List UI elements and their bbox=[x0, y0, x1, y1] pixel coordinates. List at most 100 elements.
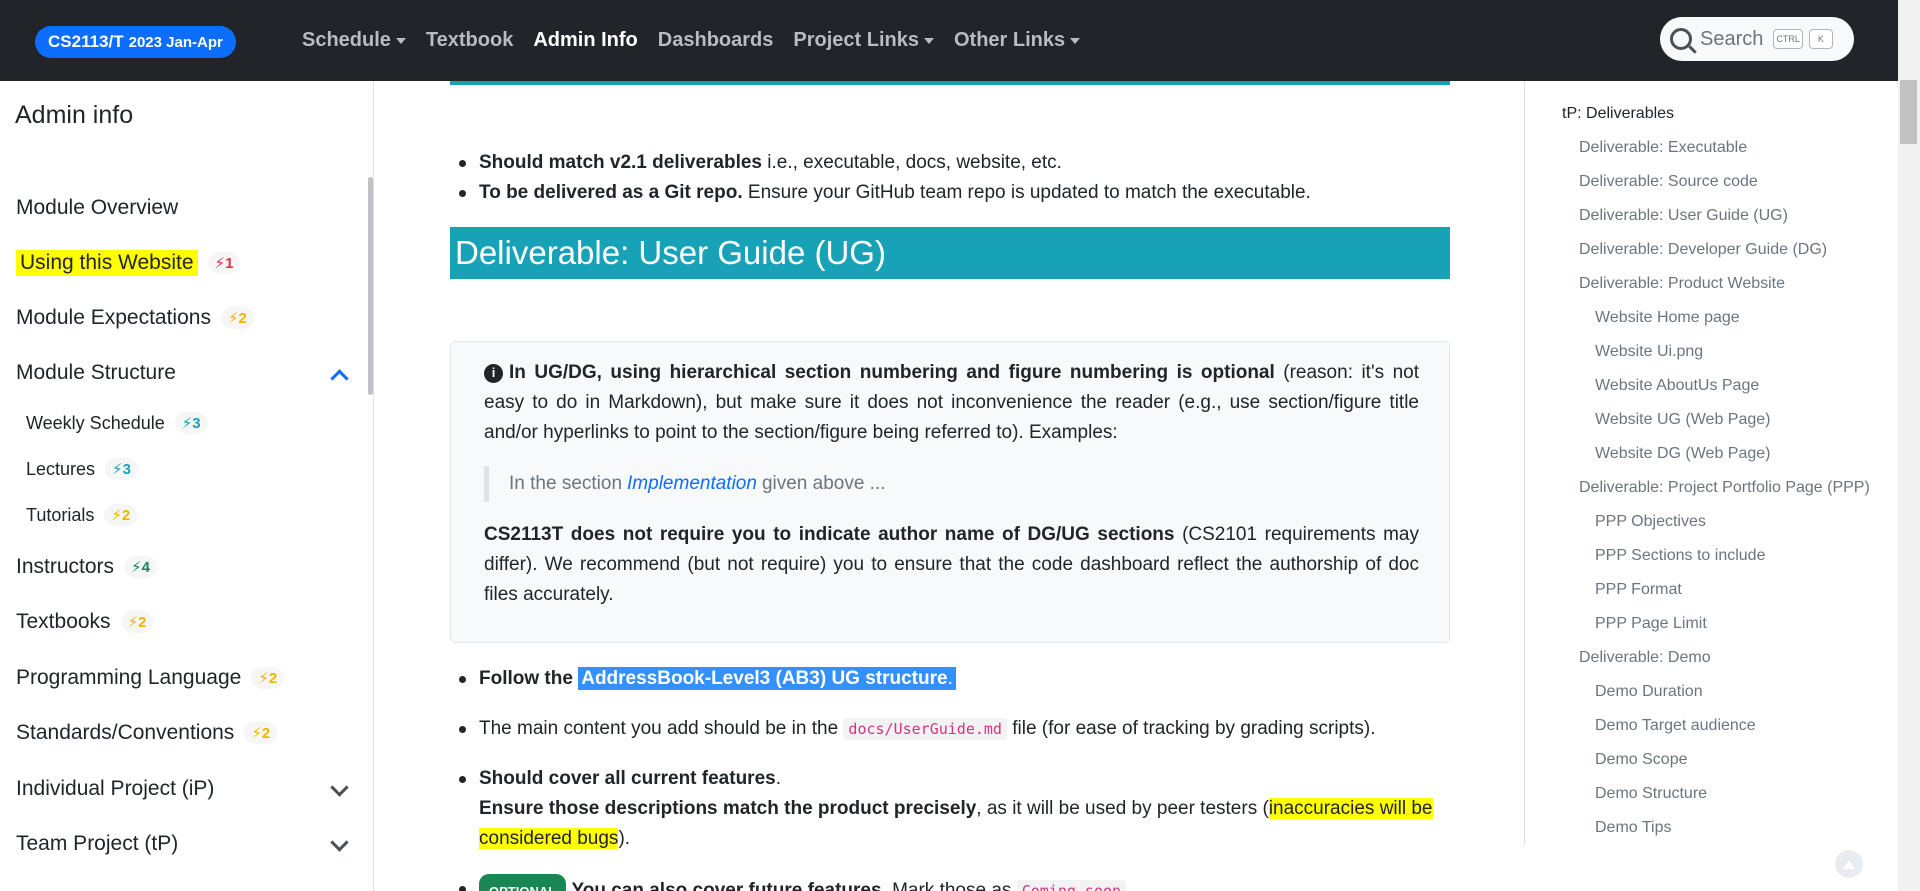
toc-item[interactable]: Demo Duration bbox=[1595, 683, 1703, 701]
chevron-up-icon[interactable] bbox=[330, 369, 349, 388]
bullet-text: , as it will be used by peer testers ( bbox=[976, 798, 1269, 819]
toc-item[interactable]: Website AboutUs Page bbox=[1595, 377, 1759, 395]
sidebar-item-tutorials[interactable]: Tutorials ⚡2 bbox=[26, 504, 138, 526]
bullet-text: file (for ease of tracking by grading sc… bbox=[1012, 718, 1376, 739]
toc-item[interactable]: PPP Page Limit bbox=[1595, 615, 1707, 633]
sidebar-item-lectures[interactable]: Lectures ⚡3 bbox=[26, 458, 138, 480]
toc-item[interactable]: Deliverable: Product Website bbox=[1579, 275, 1785, 293]
toc-item[interactable]: Deliverable: Demo bbox=[1579, 649, 1711, 667]
top-navbar: CS2113/T 2023 Jan-Apr Schedule Textbook … bbox=[0, 0, 1898, 81]
toc-item[interactable]: Demo Structure bbox=[1595, 785, 1707, 803]
list-item: Should match v2.1 deliverables i.e., exe… bbox=[459, 148, 1311, 178]
nav-other-links-label: Other Links bbox=[953, 29, 1066, 51]
sidebar-item-label: Individual Project (iP) bbox=[16, 777, 215, 800]
toc-item[interactable]: PPP Sections to include bbox=[1595, 547, 1765, 565]
toc-item[interactable]: Website DG (Web Page) bbox=[1595, 445, 1770, 463]
sidebar-item-module-overview[interactable]: Module Overview bbox=[16, 196, 178, 220]
example-quote: In the section Implementation given abov… bbox=[484, 466, 886, 502]
info-icon: i bbox=[484, 363, 503, 383]
lightning-badge: ⚡2 bbox=[244, 722, 278, 744]
sidebar-item-label: Tutorials bbox=[26, 504, 95, 525]
bullet-text: Ensure your GitHub team repo is updated … bbox=[742, 182, 1311, 203]
quote-text: given above ... bbox=[761, 473, 886, 494]
inline-code: docs/UserGuide.md bbox=[843, 718, 1007, 740]
toc-item[interactable]: Deliverable: Source code bbox=[1579, 173, 1758, 191]
toc-item[interactable]: Demo Tips bbox=[1595, 819, 1671, 837]
implementation-link[interactable]: Implementation bbox=[627, 473, 757, 495]
toc-item[interactable]: Deliverable: Developer Guide (DG) bbox=[1579, 241, 1827, 259]
sidebar-item-individual-project[interactable]: Individual Project (iP) bbox=[16, 777, 214, 801]
toc-item[interactable]: Deliverable: Executable bbox=[1579, 139, 1747, 157]
main-content: Should match v2.1 deliverables i.e., exe… bbox=[375, 81, 1523, 891]
brand-sub: 2023 Jan-Apr bbox=[128, 33, 223, 51]
sidebar-item-using-this-website[interactable]: Using this Website ⚡1 bbox=[16, 250, 241, 276]
bullet-bold: You can also cover future features bbox=[571, 880, 882, 891]
sidebar-item-textbooks[interactable]: Textbooks ⚡2 bbox=[16, 610, 154, 634]
quote-text: In the section bbox=[509, 473, 623, 494]
nav-admin-info[interactable]: Admin Info bbox=[533, 29, 637, 52]
nav-project-links[interactable]: Project Links bbox=[793, 29, 934, 52]
arrow-up-icon[interactable] bbox=[1835, 850, 1863, 878]
page-scrollbar-thumb[interactable] bbox=[1900, 80, 1917, 144]
info-paragraph-2: CS2113T does not require you to indicate… bbox=[484, 520, 1419, 610]
section-heading: Deliverable: User Guide (UG) bbox=[450, 227, 1450, 279]
sidebar-item-label: Instructors bbox=[16, 555, 115, 578]
previous-heading-edge bbox=[450, 81, 1450, 85]
nav-schedule[interactable]: Schedule bbox=[302, 29, 406, 52]
toc-item[interactable]: Demo Scope bbox=[1595, 751, 1688, 769]
nav-project-links-label: Project Links bbox=[793, 29, 919, 51]
sidebar-scrollbar[interactable] bbox=[368, 177, 373, 395]
bullet-bold: Should match v2.1 deliverables bbox=[479, 152, 762, 173]
info-bold: CS2113T does not require you to indicate… bbox=[484, 524, 1175, 545]
lightning-badge: ⚡3 bbox=[105, 458, 138, 480]
lightning-badge: ⚡2 bbox=[251, 667, 285, 689]
link-text: AddressBook-Level3 (AB3) UG structure bbox=[581, 668, 948, 689]
list-item: OPTIONAL You can also cover future featu… bbox=[459, 874, 1459, 891]
sidebar-item-programming-language[interactable]: Programming Language ⚡2 bbox=[16, 666, 285, 690]
sidebar-item-module-expectations[interactable]: Module Expectations ⚡2 bbox=[16, 306, 254, 330]
nav-textbook-label: Textbook bbox=[425, 29, 514, 51]
sidebar-item-team-project[interactable]: Team Project (tP) bbox=[16, 832, 178, 856]
ab3-ug-link[interactable]: AddressBook-Level3 (AB3) UG structure. bbox=[578, 667, 956, 690]
toc-item[interactable]: PPP Format bbox=[1595, 581, 1682, 599]
sidebar-item-label: Weekly Schedule bbox=[26, 412, 165, 433]
chevron-down-icon[interactable] bbox=[330, 778, 349, 797]
toc-item[interactable]: Demo Target audience bbox=[1595, 717, 1756, 735]
sidebar-item-label: Lectures bbox=[26, 458, 96, 479]
list-item: Follow the AddressBook-Level3 (AB3) UG s… bbox=[459, 664, 1459, 694]
bullet-text: The main content you add should be in th… bbox=[479, 718, 839, 739]
nav-other-links[interactable]: Other Links bbox=[953, 29, 1081, 52]
sidebar-item-label: Module Overview bbox=[16, 196, 179, 219]
toc-item[interactable]: Deliverable: Project Portfolio Page (PPP… bbox=[1579, 479, 1870, 497]
nav-textbook[interactable]: Textbook bbox=[426, 29, 513, 52]
search-button[interactable]: Search CTRL K bbox=[1660, 17, 1854, 61]
toc-item[interactable]: Website Home page bbox=[1595, 309, 1740, 327]
toc-item[interactable]: Deliverable: User Guide (UG) bbox=[1579, 207, 1788, 225]
brand-main: CS2113/T bbox=[48, 32, 124, 51]
sidebar-item-label: Module Expectations bbox=[16, 306, 211, 329]
nav-dashboards[interactable]: Dashboards bbox=[658, 29, 774, 52]
bullet-text: i.e., executable, docs, website, etc. bbox=[762, 152, 1062, 173]
toc-item[interactable]: Website UG (Web Page) bbox=[1595, 411, 1770, 429]
sidebar-item-label: Textbooks bbox=[16, 610, 111, 633]
brand-button[interactable]: CS2113/T 2023 Jan-Apr bbox=[35, 26, 236, 58]
page-toc: tP: Deliverables Deliverable: Executable… bbox=[1524, 81, 1898, 846]
nav-links: Schedule Textbook Admin Info Dashboards … bbox=[302, 0, 1100, 81]
caret-down-icon bbox=[923, 37, 934, 44]
info-paragraph: i In UG/DG, using hierarchical section nu… bbox=[484, 358, 1419, 448]
chevron-down-icon[interactable] bbox=[330, 833, 349, 852]
nav-dashboards-label: Dashboards bbox=[657, 29, 774, 51]
lightning-badge: ⚡3 bbox=[174, 412, 208, 434]
sidebar-item-weekly-schedule[interactable]: Weekly Schedule ⚡3 bbox=[26, 412, 208, 434]
toc-item[interactable]: Website Ui.png bbox=[1595, 343, 1703, 361]
toc-item[interactable]: PPP Objectives bbox=[1595, 513, 1706, 531]
nav-schedule-label: Schedule bbox=[302, 29, 391, 51]
sidebar-item-label: Programming Language bbox=[16, 666, 242, 689]
sidebar-item-standards-conventions[interactable]: Standards/Conventions ⚡2 bbox=[16, 721, 278, 745]
caret-down-icon bbox=[1070, 37, 1081, 44]
sidebar-item-instructors[interactable]: Instructors ⚡4 bbox=[16, 555, 157, 579]
info-box: i In UG/DG, using hierarchical section nu… bbox=[450, 341, 1450, 643]
sidebar-item-module-structure[interactable]: Module Structure bbox=[16, 361, 176, 385]
toc-item[interactable]: tP: Deliverables bbox=[1562, 105, 1674, 123]
deliverable-bullets: Should match v2.1 deliverables i.e., exe… bbox=[459, 148, 1311, 208]
